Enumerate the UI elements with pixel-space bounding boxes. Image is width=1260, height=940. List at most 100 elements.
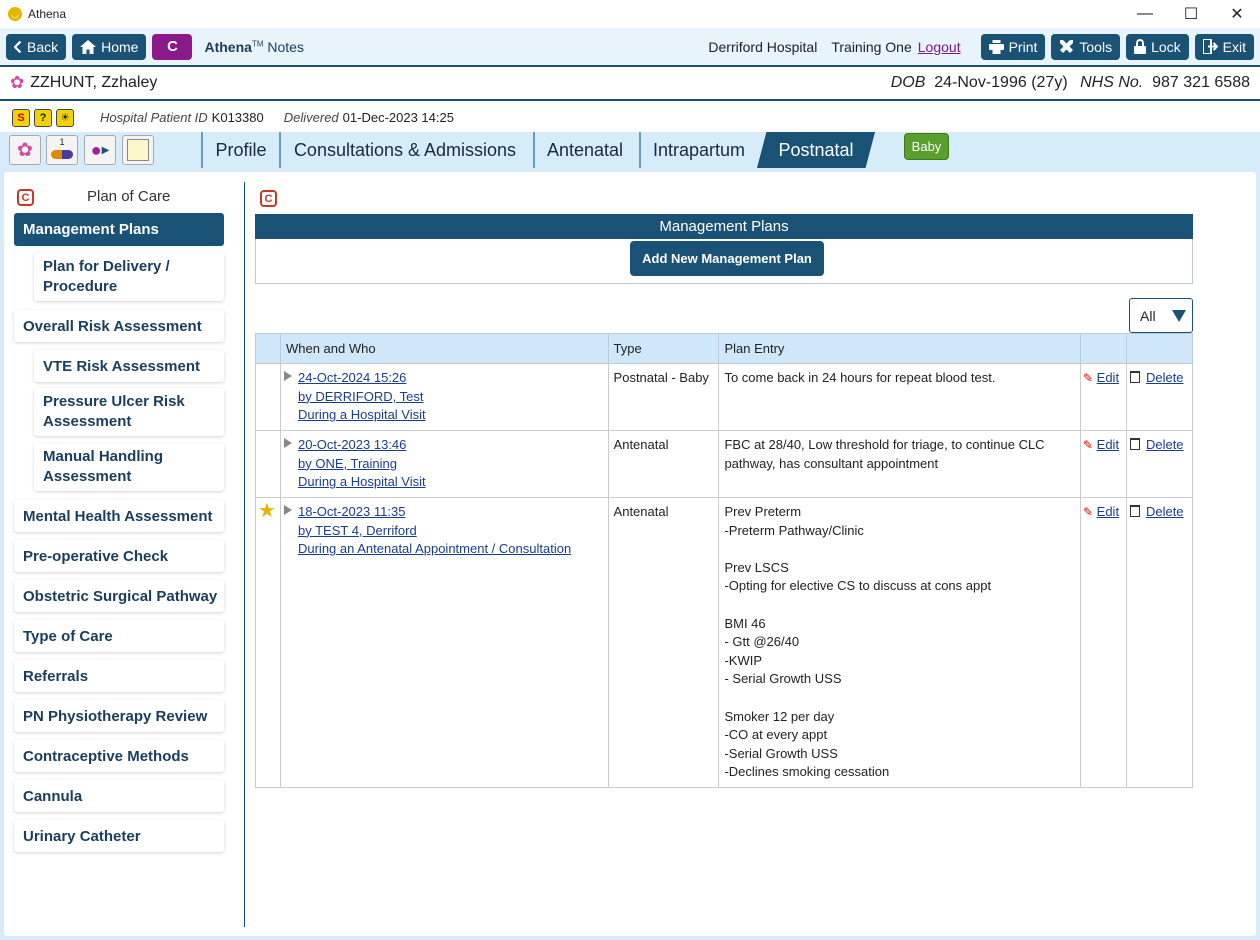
expand-icon[interactable] — [283, 438, 292, 448]
plan-entry-line: -CO at every appt — [724, 727, 828, 743]
printer-icon — [988, 39, 1004, 54]
exit-icon — [1202, 39, 1218, 54]
sidebar-item-vte-risk[interactable]: VTE Risk Assessment — [34, 350, 224, 382]
info-bar: S ? ☀ Hospital Patient ID K013380 Delive… — [0, 103, 1260, 132]
alert-s-icon[interactable]: S — [12, 108, 30, 127]
edit-link[interactable]: Edit — [1097, 370, 1119, 385]
content-c-icon[interactable]: C — [260, 190, 277, 207]
plan-entry-cell: Prev Preterm -Preterm Pathway/Clinic Prev … — [718, 497, 1081, 788]
sidebar-item-manual-handling[interactable]: Manual Handling Assessment — [34, 443, 224, 491]
edit-cell: ✎ Edit — [1079, 430, 1127, 498]
sidebar-item-referrals[interactable]: Referrals — [14, 660, 224, 692]
sidebar-item-overall-risk[interactable]: Overall Risk Assessment — [14, 310, 224, 342]
patient-banner: ✿ ZZHUNT, Zzhaley DOB 24-Nov-1996 (27y) … — [0, 65, 1260, 101]
tab-profile[interactable]: Profile — [201, 132, 279, 168]
expand-icon[interactable] — [283, 505, 292, 515]
column-when-and-who[interactable]: When and Who — [279, 333, 609, 364]
filter-select[interactable]: All — [1129, 298, 1193, 333]
sidebar-item-obstetric-surgical[interactable]: Obstetric Surgical Pathway — [14, 580, 224, 612]
plan-entry-line — [724, 596, 1075, 615]
athena-logo-icon: ◡ — [8, 7, 22, 21]
logout-link[interactable]: Logout — [918, 39, 961, 55]
c-button[interactable]: C — [152, 33, 193, 60]
close-window-button[interactable]: ✕ — [1214, 0, 1260, 28]
column-plan-entry[interactable]: Plan Entry — [718, 333, 1081, 364]
plan-context-link[interactable]: During a Hospital Visit — [298, 407, 426, 422]
star-icon[interactable]: ★ — [258, 500, 276, 522]
column-edit — [1079, 333, 1127, 364]
star-cell — [255, 363, 281, 431]
plan-entry-line: BMI 46 — [724, 615, 766, 631]
add-management-plan-button[interactable]: Add New Management Plan — [630, 241, 824, 276]
edit-cell: ✎ Edit — [1079, 497, 1127, 788]
sidebar-item-urinary-catheter[interactable]: Urinary Catheter — [14, 820, 224, 852]
window-titlebar: ◡ Athena — ☐ ✕ — [0, 0, 1260, 28]
sidebar-item-type-of-care[interactable]: Type of Care — [14, 620, 224, 652]
print-button[interactable]: Print — [980, 33, 1046, 60]
when-who-cell: 24-Oct-2024 15:26 by DERRIFORD, Test Durin… — [279, 363, 609, 431]
plan-context-link[interactable]: During a Hospital Visit — [298, 474, 426, 489]
sidebar-item-plan-for-delivery[interactable]: Plan for Delivery / Procedure — [34, 253, 224, 301]
tab-antenatal[interactable]: Antenatal — [533, 132, 635, 168]
delete-cell: Delete — [1125, 497, 1194, 788]
back-button[interactable]: Back — [6, 33, 67, 60]
sidebar-item-cannula[interactable]: Cannula — [14, 780, 224, 812]
sun-icon[interactable]: ☀ — [56, 108, 74, 127]
sidebar-item-pressure-ulcer[interactable]: Pressure Ulcer Risk Assessment — [34, 388, 224, 436]
lock-button[interactable]: Lock — [1126, 33, 1189, 60]
content-panel: C Plan of Care Management Plans Plan for… — [4, 172, 1256, 936]
plan-date-link[interactable]: 18-Oct-2023 11:35 — [298, 504, 405, 519]
pencil-icon: ✎ — [1082, 505, 1094, 519]
question-icon[interactable]: ? — [34, 108, 52, 127]
sidebar-c-icon[interactable]: C — [17, 189, 34, 206]
person-arrow-icon[interactable]: ● ▶ — [84, 135, 116, 165]
delete-link[interactable]: Delete — [1146, 370, 1184, 385]
when-who-cell: 18-Oct-2023 11:35 by TEST 4, Derriford Dur… — [279, 497, 609, 788]
edit-link[interactable]: Edit — [1097, 437, 1119, 452]
baby-button[interactable]: Baby — [904, 133, 949, 160]
home-icon — [80, 39, 97, 54]
home-button[interactable]: Home — [72, 33, 147, 60]
plan-author-link[interactable]: by TEST 4, Derriford — [298, 523, 417, 538]
patient-dob: 24-Nov-1996 (27y) — [934, 74, 1068, 91]
main-area: C Plan of Care Management Plans Plan for… — [0, 168, 1260, 940]
pencil-icon: ✎ — [1082, 438, 1094, 452]
medication-icon[interactable]: 1 — [46, 135, 78, 165]
flower-tool-icon[interactable]: ✿ — [9, 135, 41, 165]
management-plans-header: Management Plans — [255, 214, 1193, 239]
maximize-button[interactable]: ☐ — [1168, 0, 1214, 28]
pencil-icon: ✎ — [1082, 371, 1094, 385]
edit-cell: ✎ Edit — [1079, 363, 1127, 431]
delete-link[interactable]: Delete — [1146, 437, 1184, 452]
sidebar-item-management-plans[interactable]: Management Plans — [14, 213, 224, 246]
delete-link[interactable]: Delete — [1146, 504, 1184, 519]
plan-context-link[interactable]: During an Antenatal Appointment / Consul… — [298, 541, 571, 556]
tab-consultations-admissions[interactable]: Consultations & Admissions — [279, 132, 529, 168]
plan-author-link[interactable]: by DERRIFORD, Test — [298, 389, 423, 404]
plan-date-link[interactable]: 24-Oct-2024 15:26 — [298, 370, 406, 385]
hospital-name: Derriford Hospital — [708, 38, 818, 55]
tab-postnatal[interactable]: Postnatal — [757, 132, 875, 168]
sidebar-item-pn-physiotherapy[interactable]: PN Physiotherapy Review — [14, 700, 224, 732]
plan-entry-line: -Declines smoking cessation — [724, 764, 890, 780]
minimize-button[interactable]: — — [1122, 0, 1168, 28]
plan-author-link[interactable]: by ONE, Training — [298, 456, 397, 471]
management-plans-table: When and Who Type Plan Entry 24-Oct-2024… — [255, 333, 1194, 788]
table-row: 24-Oct-2024 15:26 by DERRIFORD, Test Durin… — [255, 363, 1194, 431]
delete-cell: Delete — [1125, 430, 1194, 498]
plan-entry-cell: To come back in 24 hours for repeat bloo… — [718, 363, 1081, 431]
column-type[interactable]: Type — [607, 333, 720, 364]
expand-icon[interactable] — [283, 371, 292, 381]
lock-icon — [1134, 39, 1147, 54]
trash-icon — [1129, 438, 1140, 450]
tab-intrapartum[interactable]: Intrapartum — [639, 132, 757, 168]
notepad-icon[interactable] — [122, 135, 154, 165]
sidebar-item-pre-operative[interactable]: Pre-operative Check — [14, 540, 224, 572]
edit-link[interactable]: Edit — [1097, 504, 1119, 519]
plan-entry-line: Smoker 12 per day — [724, 708, 835, 724]
sidebar-item-mental-health[interactable]: Mental Health Assessment — [14, 500, 224, 532]
plan-date-link[interactable]: 20-Oct-2023 13:46 — [298, 437, 406, 452]
tools-button[interactable]: Tools — [1051, 33, 1121, 60]
sidebar-item-contraceptive[interactable]: Contraceptive Methods — [14, 740, 224, 772]
exit-button[interactable]: Exit — [1194, 33, 1254, 60]
